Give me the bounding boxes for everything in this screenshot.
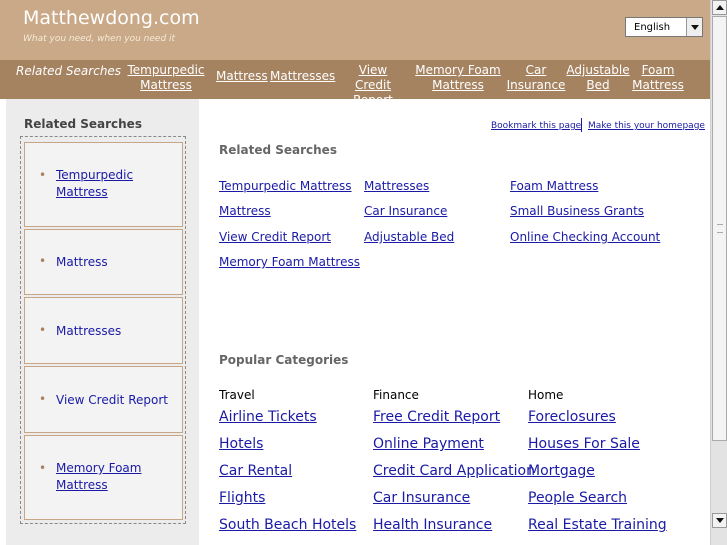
language-select-value: English [634, 22, 671, 33]
related-link-online-checking-account[interactable]: Online Checking Account [510, 230, 660, 244]
category-heading-home: Home [528, 388, 564, 402]
category-link[interactable]: Credit Card Application [373, 463, 535, 479]
sidebar-title: Related Searches [24, 117, 142, 131]
bookmark-link[interactable]: Bookmark this page [491, 121, 581, 131]
scrollbar-thumb[interactable] [712, 16, 727, 441]
sidebar-item-label: Tempurpedic Mattress [56, 168, 134, 199]
bullet-icon: • [39, 168, 47, 182]
nav-bar: Related Searches Tempurpedic Mattress Ma… [0, 60, 710, 107]
nav-link-line2: Bed [586, 78, 610, 92]
site-header: Matthewdong.com What you need, when you … [0, 0, 710, 60]
sidebar-item-label: View Credit Report [56, 393, 168, 407]
nav-link-mattresses[interactable]: Mattresses [270, 69, 335, 84]
nav-link-line1: Mattress [216, 69, 268, 83]
nav-link-foam-mattress[interactable]: Foam Mattress [630, 63, 686, 93]
sidebar-item-view-credit-report[interactable]: • View Credit Report [24, 366, 183, 433]
nav-link-line2: Mattress [632, 78, 684, 92]
sidebar-item-mattress[interactable]: • Mattress [24, 229, 183, 295]
category-link[interactable]: Health Insurance [373, 517, 492, 533]
bullet-icon: • [39, 461, 47, 475]
sidebar-item-memory-foam-mattress[interactable]: • Memory Foam Mattress [24, 435, 183, 520]
related-link-car-insurance[interactable]: Car Insurance [364, 204, 447, 218]
nav-link-line2: Insurance [506, 78, 566, 92]
scroll-down-icon[interactable] [712, 513, 727, 528]
sidebar-item-label: Memory Foam Mattress [56, 461, 142, 492]
related-link-mattress[interactable]: Mattress [219, 204, 271, 218]
category-link[interactable]: People Search [528, 490, 627, 506]
category-heading-finance: Finance [373, 388, 419, 402]
nav-link-line2: Report [353, 93, 393, 107]
category-link[interactable]: Real Estate Training [528, 517, 667, 533]
nav-link-view-credit-report[interactable]: View Credit Report [339, 63, 407, 108]
nav-link-line2: Mattress [432, 78, 484, 92]
vertical-scrollbar[interactable] [710, 0, 727, 545]
site-title[interactable]: Matthewdong.com [23, 7, 200, 29]
nav-link-line1: Adjustable [566, 63, 630, 77]
grip-icon [717, 224, 723, 233]
homepage-link[interactable]: Make this your homepage [588, 121, 705, 131]
related-link-mattresses[interactable]: Mattresses [364, 179, 429, 193]
nav-link-memory-foam-mattress[interactable]: Memory Foam Mattress [414, 63, 502, 93]
link-divider [581, 118, 582, 132]
sidebar-item-label: Mattress [56, 255, 108, 269]
bullet-icon: • [39, 254, 47, 268]
related-link-adjustable-bed[interactable]: Adjustable Bed [364, 230, 454, 244]
nav-link-line1: Car [525, 63, 547, 77]
bullet-icon: • [39, 392, 47, 406]
popular-categories-title: Popular Categories [219, 353, 349, 367]
nav-link-adjustable-bed[interactable]: Adjustable Bed [566, 63, 630, 93]
nav-link-car-insurance[interactable]: Car Insurance [506, 63, 566, 93]
nav-link-line1: Tempurpedic [127, 63, 205, 77]
related-link-tempurpedic-mattress[interactable]: Tempurpedic Mattress [219, 179, 352, 193]
category-heading-travel: Travel [219, 388, 255, 402]
category-link[interactable]: Flights [219, 490, 265, 506]
related-link-small-business-grants[interactable]: Small Business Grants [510, 204, 644, 218]
related-link-foam-mattress[interactable]: Foam Mattress [510, 179, 598, 193]
category-link[interactable]: Online Payment [373, 436, 484, 452]
category-link[interactable]: Airline Tickets [219, 409, 317, 425]
sidebar-item-label: Mattresses [56, 324, 122, 338]
nav-link-line1: Mattresses [270, 69, 336, 83]
nav-link-tempurpedic-mattress[interactable]: Tempurpedic Mattress [127, 63, 205, 93]
nav-link-mattress[interactable]: Mattress [216, 69, 268, 84]
bullet-icon: • [39, 323, 47, 337]
site-tagline: What you need, when you need it [23, 34, 176, 44]
related-searches-title: Related Searches [219, 143, 337, 157]
category-link[interactable]: Hotels [219, 436, 263, 452]
category-link[interactable]: South Beach Hotels [219, 517, 356, 533]
category-link[interactable]: Foreclosures [528, 409, 616, 425]
related-link-view-credit-report[interactable]: View Credit Report [219, 230, 331, 244]
category-link[interactable]: Mortgage [528, 463, 595, 479]
category-link[interactable]: Houses For Sale [528, 436, 640, 452]
related-link-memory-foam-mattress[interactable]: Memory Foam Mattress [219, 255, 360, 269]
nav-link-line1: Foam [641, 63, 675, 77]
nav-link-line1: Memory Foam [415, 63, 501, 77]
chevron-down-icon[interactable] [686, 18, 702, 36]
category-link[interactable]: Car Insurance [373, 490, 470, 506]
scroll-up-icon[interactable] [712, 0, 727, 15]
nav-link-line2: Mattress [140, 78, 192, 92]
category-link[interactable]: Car Rental [219, 463, 292, 479]
nav-link-line1: View Credit [354, 63, 392, 92]
category-link[interactable]: Free Credit Report [373, 409, 500, 425]
language-select[interactable]: English [625, 17, 703, 37]
sidebar-item-mattresses[interactable]: • Mattresses [24, 297, 183, 364]
nav-label: Related Searches [16, 64, 122, 78]
sidebar-item-tempurpedic-mattress[interactable]: • Tempurpedic Mattress [24, 142, 183, 227]
